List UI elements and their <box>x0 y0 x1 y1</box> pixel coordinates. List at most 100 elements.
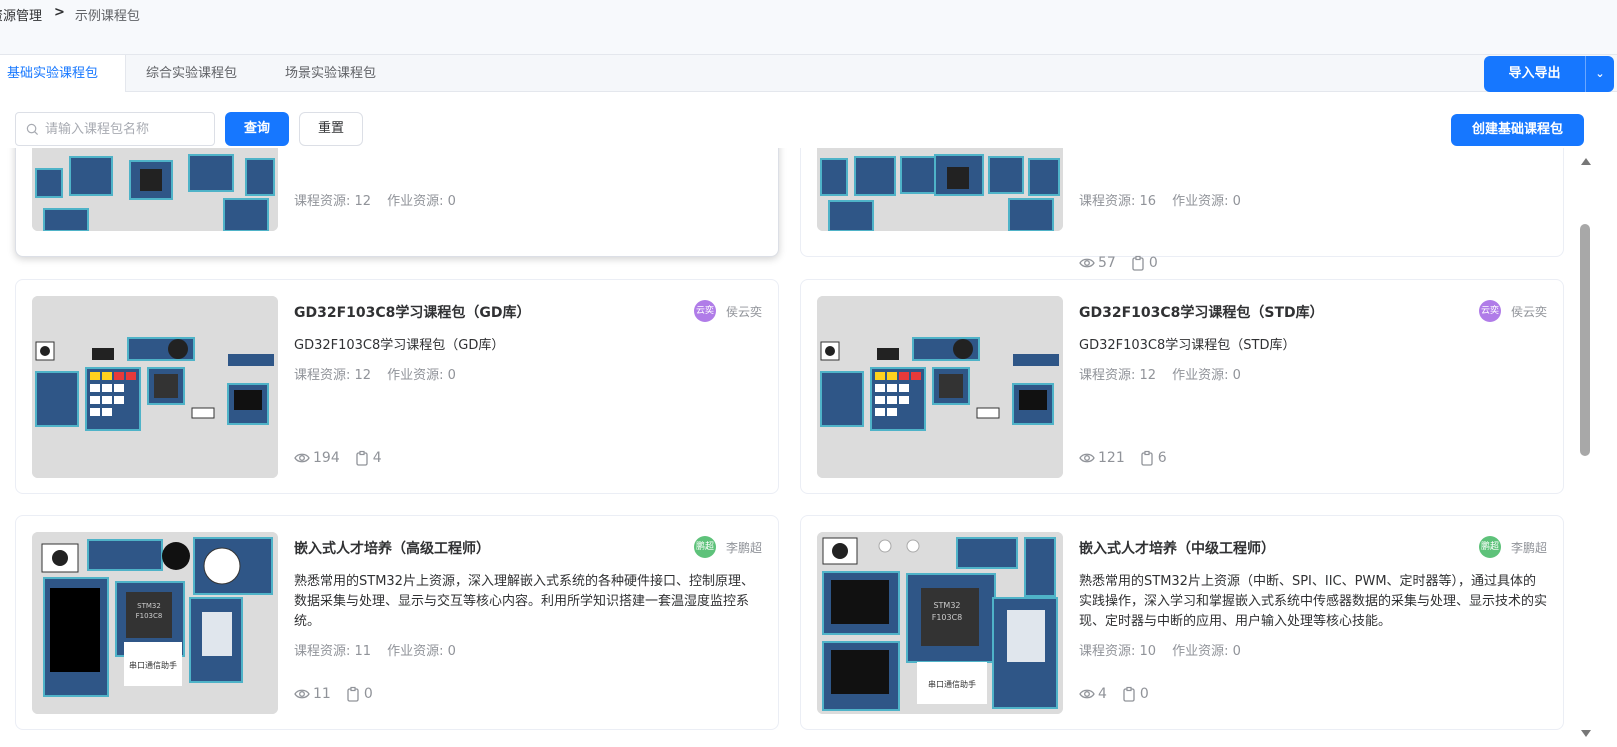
scroll-up-icon[interactable] <box>1581 158 1591 165</box>
clipboard-icon <box>356 450 368 466</box>
homework-resource-count: 作业资源: 0 <box>1172 368 1241 383</box>
card-meta: 课程资源: 11 作业资源: 0 <box>294 640 456 659</box>
clipboard-icon <box>1132 255 1144 271</box>
clipboard-icon <box>1141 450 1153 466</box>
card-author: 云奕 侯云奕 <box>693 300 762 322</box>
eye-icon <box>294 689 310 699</box>
view-count: 4 <box>1098 686 1107 702</box>
course-thumbnail: STM32 F103C8 串口通信助手 <box>817 532 1063 714</box>
view-count: 57 <box>1098 255 1116 271</box>
card-stats: 121 6 <box>1079 450 1167 466</box>
card-author: 鹏超 李鹏超 <box>693 536 762 558</box>
tab-scenario[interactable]: 场景实验课程包 <box>265 55 396 92</box>
avatar: 鹏超 <box>1478 536 1501 558</box>
course-thumbnail <box>32 296 278 478</box>
course-card[interactable]: 课程资源: 16 作业资源: 0 57 0 <box>800 148 1564 271</box>
author-name: 侯云奕 <box>725 304 762 319</box>
course-thumbnail <box>817 148 1063 231</box>
view-count: 121 <box>1098 450 1125 466</box>
search-icon <box>26 123 39 135</box>
course-resource-count: 课程资源: 12 <box>1079 368 1157 383</box>
course-resource-count: 课程资源: 16 <box>1079 194 1157 209</box>
course-thumbnail <box>32 148 278 231</box>
homework-count: 0 <box>1139 686 1149 702</box>
breadcrumb-root[interactable]: 资源管理 <box>0 5 42 24</box>
course-resource-count: 课程资源: 10 <box>1079 644 1157 659</box>
toolbar: 查询 重置 创建基础课程包 <box>0 92 1617 148</box>
homework-resource-count: 作业资源: 0 <box>387 368 456 383</box>
chip-label: F103C8 <box>932 613 963 622</box>
homework-count: 4 <box>372 450 382 466</box>
avatar: 云奕 <box>1478 300 1501 322</box>
tab-basic[interactable]: 基础实验课程包 <box>0 55 126 92</box>
card-title[interactable]: 嵌入式人才培养（中级工程师） <box>1079 538 1275 558</box>
view-count: 194 <box>313 450 340 466</box>
card-description: GD32F103C8学习课程包（GD库） <box>294 338 505 353</box>
avatar: 云奕 <box>693 300 716 322</box>
serial-assistant-label: 串口通信助手 <box>928 679 976 689</box>
tab-bar: 基础实验课程包 综合实验课程包 场景实验课程包 <box>0 54 1617 92</box>
serial-assistant-label: 串口通信助手 <box>129 660 177 670</box>
chip-label: STM32 <box>137 602 161 610</box>
homework-resource-count: 作业资源: 0 <box>387 644 456 659</box>
homework-resource-count: 作业资源: 0 <box>1172 644 1241 659</box>
author-name: 李鹏超 <box>725 540 762 555</box>
card-description: 熟悉常用的STM32片上资源，深入理解嵌入式系统的各种硬件接口、控制原理、数据采… <box>294 574 754 629</box>
course-card[interactable]: GD32F103C8学习课程包（GD库） 云奕 侯云奕 GD32F103C8学习… <box>15 279 779 494</box>
course-thumbnail: STM32 F103C8 串口通信助手 <box>32 532 278 714</box>
search-input[interactable] <box>45 121 205 137</box>
card-meta: 课程资源: 12 作业资源: 0 <box>1079 364 1241 383</box>
clipboard-icon <box>347 686 359 702</box>
eye-icon <box>1079 453 1095 463</box>
avatar: 鹏超 <box>693 536 716 558</box>
import-export-button[interactable]: 导入导出 ⌄ <box>1484 56 1614 92</box>
card-stats: 11 0 <box>294 686 373 702</box>
eye-icon <box>294 453 310 463</box>
view-count: 11 <box>313 686 331 702</box>
course-card[interactable]: 课程资源: 12 作业资源: 0 <box>15 148 779 257</box>
course-card[interactable]: STM32 F103C8 串口通信助手 嵌入式人才培养（中级工程师） 鹏超 李鹏… <box>800 515 1564 730</box>
course-resource-count: 课程资源: 11 <box>294 644 372 659</box>
scrollbar[interactable] <box>1578 148 1594 747</box>
breadcrumb-current: 示例课程包 <box>74 9 140 24</box>
scroll-down-icon[interactable] <box>1581 730 1591 737</box>
card-title[interactable]: GD32F103C8学习课程包（GD库） <box>294 302 531 322</box>
card-meta: 课程资源: 10 作业资源: 0 <box>1079 640 1241 659</box>
card-title[interactable]: GD32F103C8学习课程包（STD库） <box>1079 302 1324 322</box>
card-meta: 课程资源: 12 作业资源: 0 <box>294 364 456 383</box>
eye-icon <box>1079 689 1095 699</box>
reset-button[interactable]: 重置 <box>299 112 363 146</box>
create-course-package-button[interactable]: 创建基础课程包 <box>1451 114 1584 146</box>
chip-label: F103C8 <box>136 612 163 620</box>
course-thumbnail <box>817 296 1063 478</box>
card-stats: 4 0 <box>1079 686 1149 702</box>
course-package-list: 课程资源: 12 作业资源: 0 课程资源: 16 作业资源: 0 57 0 G… <box>0 148 1578 747</box>
card-author: 鹏超 李鹏超 <box>1478 536 1547 558</box>
search-box[interactable] <box>15 112 215 146</box>
homework-resource-count: 作业资源: 0 <box>1172 194 1241 209</box>
course-card[interactable]: STM32 F103C8 串口通信助手 嵌入式人才培养（高级工程师） 鹏超 李鹏… <box>15 515 779 730</box>
homework-count: 6 <box>1157 450 1167 466</box>
course-resource-count: 课程资源: 12 <box>294 368 372 383</box>
tab-comprehensive[interactable]: 综合实验课程包 <box>126 55 257 92</box>
breadcrumb: 资源管理 > 示例课程包 <box>0 0 1617 54</box>
homework-resource-count: 作业资源: 0 <box>387 194 456 209</box>
chevron-down-icon[interactable]: ⌄ <box>1586 56 1614 92</box>
card-description: 熟悉常用的STM32片上资源（中断、SPI、IIC、PWM、定时器等），通过具体… <box>1079 574 1548 629</box>
chip-label: STM32 <box>933 601 960 610</box>
scrollbar-thumb[interactable] <box>1580 224 1590 456</box>
breadcrumb-separator: > <box>54 5 65 20</box>
card-title[interactable]: 嵌入式人才培养（高级工程师） <box>294 538 490 558</box>
author-name: 李鹏超 <box>1510 540 1547 555</box>
course-card[interactable]: GD32F103C8学习课程包（STD库） 云奕 侯云奕 GD32F103C8学… <box>800 279 1564 494</box>
query-button[interactable]: 查询 <box>225 112 289 146</box>
homework-count: 0 <box>1148 255 1158 271</box>
card-author: 云奕 侯云奕 <box>1478 300 1547 322</box>
card-description: GD32F103C8学习课程包（STD库） <box>1079 338 1296 353</box>
eye-icon <box>1079 258 1095 268</box>
card-meta: 课程资源: 12 作业资源: 0 <box>294 190 456 209</box>
card-meta: 课程资源: 16 作业资源: 0 <box>1079 190 1241 209</box>
card-stats: 57 0 <box>1079 255 1158 271</box>
card-stats: 194 4 <box>294 450 382 466</box>
import-export-label[interactable]: 导入导出 <box>1484 56 1586 92</box>
